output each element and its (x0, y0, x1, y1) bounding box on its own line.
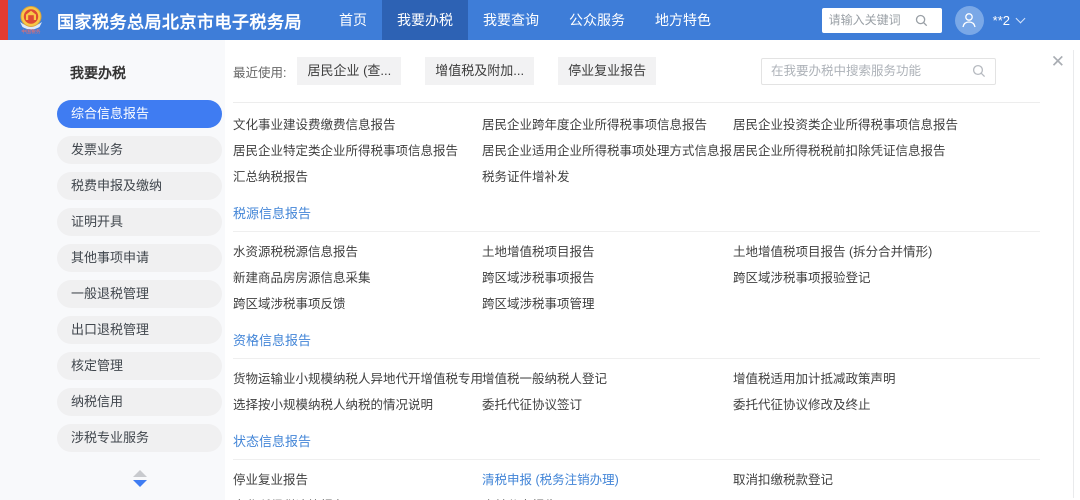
service-link[interactable]: 新建商品房房源信息采集 (233, 265, 482, 291)
service-link[interactable]: 跨区域涉税事项管理 (482, 291, 733, 317)
service-link[interactable]: 居民企业所得税税前扣除凭证信息报告 (733, 138, 1040, 164)
sidebar-title: 我要办税 (70, 63, 225, 83)
section-title: 资格信息报告 (233, 330, 1040, 359)
service-link-empty (733, 493, 1040, 500)
scroll-down-icon[interactable] (133, 480, 147, 487)
recent-button-suspend-resume[interactable]: 停业复业报告 (558, 57, 656, 85)
recent-button-vat-surcharge[interactable]: 增值税及附加... (425, 57, 534, 85)
site-title: 国家税务总局北京市电子税务局 (57, 8, 302, 33)
recent-button-resident-enterprise[interactable]: 居民企业 (查... (297, 57, 401, 85)
service-search-input[interactable] (771, 64, 972, 78)
brand-red-strip (0, 0, 8, 40)
recent-use-bar: 最近使用: 居民企业 (查... 增值税及附加... 停业复业报告 (233, 40, 1040, 103)
service-link-tax-clearance[interactable]: 清税申报 (税务注销办理) (482, 467, 733, 493)
nav-tab-public-services[interactable]: 公众服务 (554, 0, 640, 40)
service-link[interactable]: 居民企业特定类企业所得税事项信息报告 (233, 138, 482, 164)
main-nav: 首页 我要办税 我要查询 公众服务 地方特色 (324, 0, 726, 40)
service-link[interactable]: 跨区域涉税事项报告 (482, 265, 733, 291)
service-link[interactable]: 停业复业报告 (233, 467, 482, 493)
close-icon[interactable]: ✕ (1051, 53, 1065, 70)
top-header: 中国税务 国家税务总局北京市电子税务局 首页 我要办税 我要查询 公众服务 地方… (0, 0, 1080, 40)
sidebar-pager (57, 470, 222, 487)
service-link[interactable]: 增值税适用加计抵减政策声明 (733, 366, 1040, 392)
service-link[interactable]: 取消扣缴税款登记 (733, 467, 1040, 493)
service-link[interactable]: 汇总纳税报告 (233, 164, 482, 190)
service-link-empty (733, 164, 1040, 190)
sidebar-item-other-matters[interactable]: 其他事项申请 (57, 244, 222, 272)
sidebar-item-invoice[interactable]: 发票业务 (57, 136, 222, 164)
page-body: 我要办税 综合信息报告 发票业务 税费申报及缴纳 证明开具 其他事项申请 一般退… (0, 40, 1080, 500)
section-title: 状态信息报告 (233, 431, 1040, 460)
service-link[interactable]: 增值税一般纳税人登记 (482, 366, 733, 392)
scrollbar-track[interactable] (1073, 50, 1074, 498)
service-link[interactable]: 企业所得税清算报备 (233, 493, 482, 500)
service-link[interactable]: 选择按小规模纳税人纳税的情况说明 (233, 392, 482, 418)
section-status: 状态信息报告 停业复业报告 清税申报 (税务注销办理) 取消扣缴税款登记 企业所… (233, 431, 1040, 500)
username[interactable]: **2 (993, 13, 1010, 28)
nav-tab-tax-services[interactable]: 我要办税 (382, 0, 468, 40)
user-avatar[interactable] (955, 6, 984, 35)
service-link[interactable]: 委托代征协议修改及终止 (733, 392, 1040, 418)
nav-tab-inquiry[interactable]: 我要查询 (468, 0, 554, 40)
service-link[interactable]: 跨区域涉税事项反馈 (233, 291, 482, 317)
service-link[interactable]: 货物运输业小规模纳税人异地代开增值税专用... (233, 366, 482, 392)
service-link-empty (733, 291, 1040, 317)
section-qualification: 资格信息报告 货物运输业小规模纳税人异地代开增值税专用... 增值税一般纳税人登… (233, 330, 1040, 418)
search-icon[interactable] (972, 64, 986, 78)
section-tax-source: 税源信息报告 水资源税税源信息报告 土地增值税项目报告 土地增值税项目报告 (拆… (233, 203, 1040, 317)
service-link[interactable]: 委托代征协议签订 (482, 392, 733, 418)
sidebar-item-certificates[interactable]: 证明开具 (57, 208, 222, 236)
service-link[interactable]: 水资源税税源信息报告 (233, 239, 482, 265)
section-comprehensive-grid: 文化事业建设费缴费信息报告 居民企业跨年度企业所得税事项信息报告 居民企业投资类… (233, 103, 1040, 190)
tax-emblem-icon (16, 6, 46, 30)
service-link[interactable]: 合并分立报告 (482, 493, 733, 500)
service-link[interactable]: 文化事业建设费缴费信息报告 (233, 112, 482, 138)
section-title: 税源信息报告 (233, 203, 1040, 232)
search-icon[interactable] (915, 14, 928, 27)
service-link[interactable]: 居民企业适用企业所得税事项处理方式信息报... (482, 138, 733, 164)
header-search-box[interactable] (822, 8, 942, 33)
service-search-box[interactable] (761, 58, 996, 85)
sidebar: 我要办税 综合信息报告 发票业务 税费申报及缴纳 证明开具 其他事项申请 一般退… (0, 40, 225, 500)
nav-tab-home[interactable]: 首页 (324, 0, 382, 40)
recent-use-label: 最近使用: (233, 62, 286, 81)
sidebar-item-tax-filing[interactable]: 税费申报及缴纳 (57, 172, 222, 200)
main-content: ✕ 最近使用: 居民企业 (查... 增值税及附加... 停业复业报告 文化事业… (225, 40, 1080, 500)
scroll-up-icon[interactable] (133, 470, 147, 477)
chevron-down-icon[interactable] (1016, 13, 1026, 23)
sidebar-item-comprehensive-info[interactable]: 综合信息报告 (57, 100, 222, 128)
sidebar-item-tax-professional[interactable]: 涉税专业服务 (57, 424, 222, 452)
service-link[interactable]: 税务证件增补发 (482, 164, 733, 190)
tax-emblem: 中国税务 (14, 6, 48, 35)
sidebar-item-assessment[interactable]: 核定管理 (57, 352, 222, 380)
emblem-caption: 中国税务 (21, 30, 40, 34)
service-link[interactable]: 居民企业跨年度企业所得税事项信息报告 (482, 112, 733, 138)
sidebar-item-export-refund[interactable]: 出口退税管理 (57, 316, 222, 344)
sidebar-item-tax-credit[interactable]: 纳税信用 (57, 388, 222, 416)
header-search-input[interactable] (829, 13, 915, 27)
service-link[interactable]: 土地增值税项目报告 (拆分合并情形) (733, 239, 1040, 265)
sidebar-item-general-refund[interactable]: 一般退税管理 (57, 280, 222, 308)
nav-tab-local-features[interactable]: 地方特色 (640, 0, 726, 40)
service-link[interactable]: 土地增值税项目报告 (482, 239, 733, 265)
service-link[interactable]: 居民企业投资类企业所得税事项信息报告 (733, 112, 1040, 138)
service-link[interactable]: 跨区域涉税事项报验登记 (733, 265, 1040, 291)
person-icon (960, 11, 978, 29)
